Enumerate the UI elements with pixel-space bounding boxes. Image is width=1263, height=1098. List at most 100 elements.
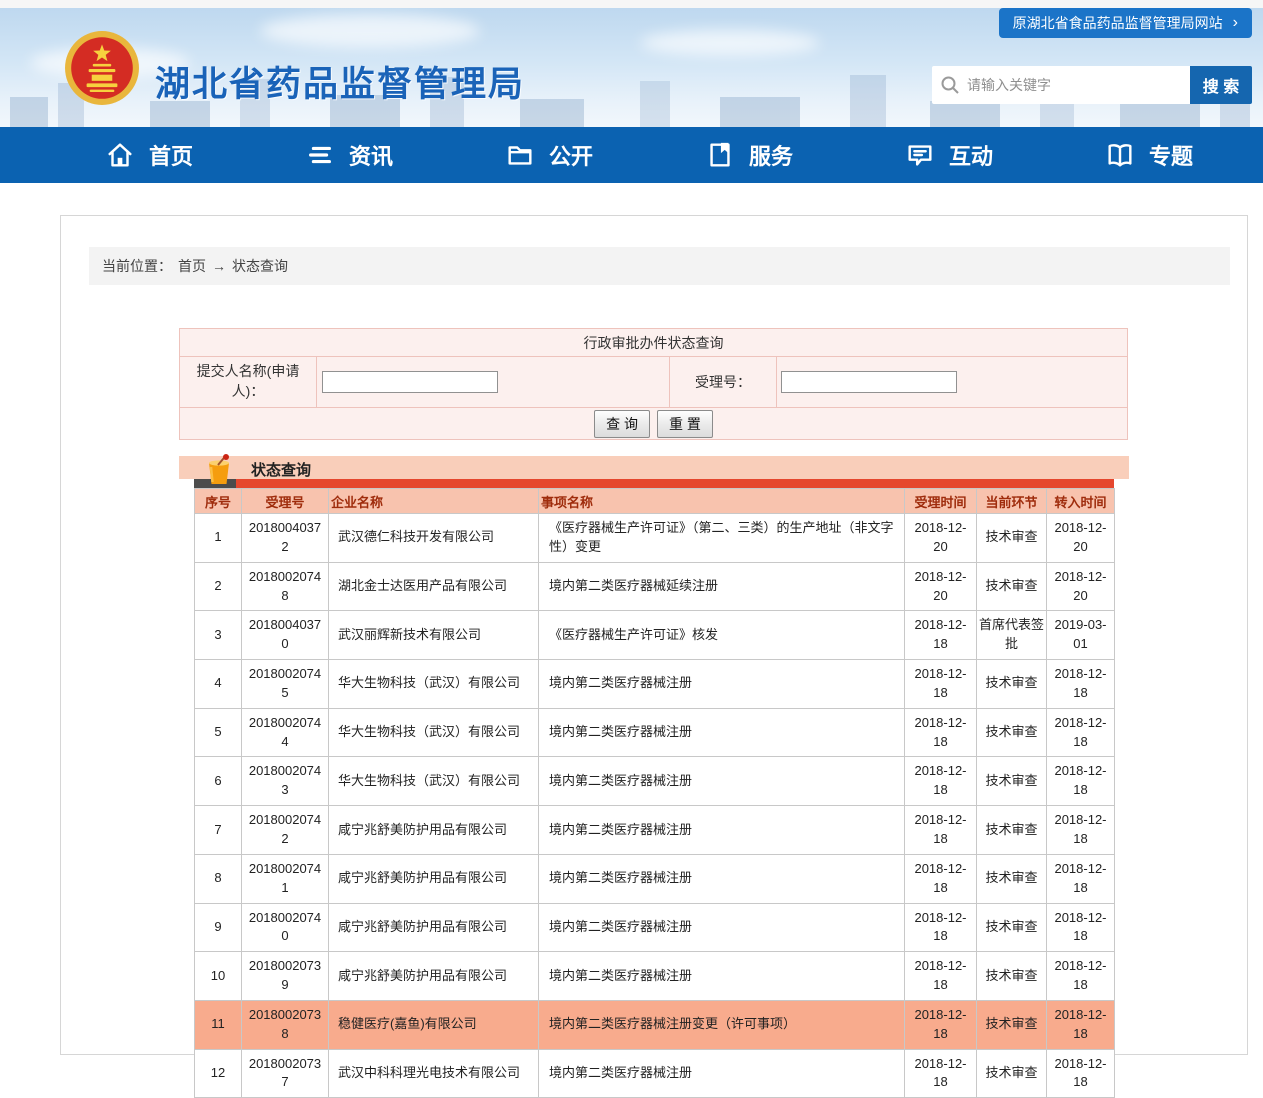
cell-item: 境内第二类医疗器械注册 xyxy=(539,806,905,855)
top-strip xyxy=(0,0,1263,8)
results-header-strip: 状态查询 xyxy=(179,456,1129,479)
cell-index: 10 xyxy=(195,952,242,1001)
nav-item-interact[interactable]: 互动 xyxy=(905,139,1005,171)
cell-index: 2 xyxy=(195,562,242,611)
cell-stage: 技术审查 xyxy=(977,854,1047,903)
cell-company: 武汉中科科理光电技术有限公司 xyxy=(329,1049,539,1098)
col-header-company: 企业名称 xyxy=(329,489,539,514)
nav-item-label: 资讯 xyxy=(349,139,393,171)
cell-transfer-date: 2018-12-18 xyxy=(1047,854,1115,903)
nav-item-news[interactable]: 资讯 xyxy=(305,139,405,171)
col-header-index: 序号 xyxy=(195,489,242,514)
cell-index: 4 xyxy=(195,660,242,709)
cell-accept-date: 2018-12-18 xyxy=(905,854,977,903)
cell-stage: 技术审查 xyxy=(977,708,1047,757)
search-button[interactable]: 搜 索 xyxy=(1190,66,1252,104)
cell-transfer-date: 2018-12-18 xyxy=(1047,708,1115,757)
cell-company: 华大生物科技（武汉）有限公司 xyxy=(329,708,539,757)
cell-index: 11 xyxy=(195,1000,242,1049)
breadcrumb: 当前位置： 首页 → 状态查询 xyxy=(89,247,1230,285)
table-row: 120180040372武汉德仁科技开发有限公司《医疗器械生产许可证》（第二、三… xyxy=(195,514,1115,563)
search-icon xyxy=(940,75,960,95)
accept-no-input[interactable] xyxy=(781,371,957,393)
cloud-decor xyxy=(640,30,820,56)
cell-stage: 技术审查 xyxy=(977,757,1047,806)
cell-item: 境内第二类医疗器械注册 xyxy=(539,757,905,806)
table-row: 920180020740咸宁兆舒美防护用品有限公司境内第二类医疗器械注册2018… xyxy=(195,903,1115,952)
cell-stage: 技术审查 xyxy=(977,952,1047,1001)
cell-index: 8 xyxy=(195,854,242,903)
cell-accept-no: 20180020745 xyxy=(242,660,329,709)
breadcrumb-home-link[interactable]: 首页 xyxy=(178,256,206,276)
old-site-link-label: 原湖北省食品药品监督管理局网站 xyxy=(1013,13,1223,33)
breadcrumb-current: 状态查询 xyxy=(232,256,288,276)
folder-icon xyxy=(505,140,535,170)
cell-company: 稳健医疗(嘉鱼)有限公司 xyxy=(329,1000,539,1049)
cell-transfer-date: 2018-12-18 xyxy=(1047,660,1115,709)
nav-item-public[interactable]: 公开 xyxy=(505,139,605,171)
national-emblem-icon xyxy=(64,30,140,106)
cell-accept-no: 20180020737 xyxy=(242,1049,329,1098)
form-title: 行政审批办件状态查询 xyxy=(180,329,1127,357)
cell-item: 《医疗器械生产许可证》（第二、三类）的生产地址（非文字性）变更 xyxy=(539,514,905,563)
cell-transfer-date: 2019-03-01 xyxy=(1047,611,1115,660)
cell-accept-date: 2018-12-18 xyxy=(905,952,977,1001)
search-input[interactable] xyxy=(967,77,1182,93)
site-title: 湖北省药品监督管理局 xyxy=(155,56,525,107)
cell-index: 5 xyxy=(195,708,242,757)
accept-no-label: 受理号： xyxy=(670,357,777,407)
cell-accept-date: 2018-12-18 xyxy=(905,1049,977,1098)
cell-accept-date: 2018-12-18 xyxy=(905,806,977,855)
status-query-results: 状态查询 序号 受理号 企业名称 事项名称 受理时间 当前环节 转入时间 120… xyxy=(179,456,1129,1098)
cell-transfer-date: 2018-12-20 xyxy=(1047,562,1115,611)
nav-item-label: 首页 xyxy=(149,139,193,171)
cell-transfer-date: 2018-12-20 xyxy=(1047,514,1115,563)
cell-company: 武汉德仁科技开发有限公司 xyxy=(329,514,539,563)
cell-accept-no: 20180020743 xyxy=(242,757,329,806)
cell-item: 境内第二类医疗器械注册 xyxy=(539,952,905,1001)
news-icon xyxy=(305,140,335,170)
nav-item-home[interactable]: 首页 xyxy=(105,139,205,171)
old-site-link-button[interactable]: 原湖北省食品药品监督管理局网站 › xyxy=(999,8,1252,38)
nav-item-topics[interactable]: 专题 xyxy=(1105,139,1205,171)
nav-item-service[interactable]: 服务 xyxy=(705,139,805,171)
breadcrumb-label: 当前位置： xyxy=(102,256,172,276)
cell-index: 1 xyxy=(195,514,242,563)
chevron-right-icon: › xyxy=(1233,15,1238,31)
cell-accept-date: 2018-12-18 xyxy=(905,708,977,757)
table-row: 820180020741咸宁兆舒美防护用品有限公司境内第二类医疗器械注册2018… xyxy=(195,854,1115,903)
col-header-accept-no: 受理号 xyxy=(242,489,329,514)
search-bar: 搜 索 xyxy=(932,66,1252,104)
bookmark-file-icon xyxy=(705,140,735,170)
cell-accept-no: 20180020738 xyxy=(242,1000,329,1049)
applicant-input[interactable] xyxy=(322,371,498,393)
results-table: 序号 受理号 企业名称 事项名称 受理时间 当前环节 转入时间 12018004… xyxy=(194,488,1115,1098)
query-button[interactable]: 查 询 xyxy=(594,410,650,438)
status-query-form: 行政审批办件状态查询 提交人名称(申请人)： 受理号： 查 询 重 置 xyxy=(179,328,1128,440)
col-header-transfer-date: 转入时间 xyxy=(1047,489,1115,514)
cell-stage: 技术审查 xyxy=(977,562,1047,611)
cell-item: 《医疗器械生产许可证》核发 xyxy=(539,611,905,660)
cell-accept-no: 20180040370 xyxy=(242,611,329,660)
applicant-label: 提交人名称(申请人)： xyxy=(180,357,317,407)
cell-stage: 技术审查 xyxy=(977,514,1047,563)
cell-index: 12 xyxy=(195,1049,242,1098)
cell-company: 咸宁兆舒美防护用品有限公司 xyxy=(329,952,539,1001)
accept-no-field-cell xyxy=(777,357,1127,407)
col-header-item: 事项名称 xyxy=(539,489,905,514)
cell-index: 9 xyxy=(195,903,242,952)
chat-bubble-icon xyxy=(905,140,935,170)
cell-transfer-date: 2018-12-18 xyxy=(1047,952,1115,1001)
table-row: 620180020743华大生物科技（武汉）有限公司境内第二类医疗器械注册201… xyxy=(195,757,1115,806)
table-row: 720180020742咸宁兆舒美防护用品有限公司境内第二类医疗器械注册2018… xyxy=(195,806,1115,855)
cell-index: 6 xyxy=(195,757,242,806)
home-icon xyxy=(105,140,135,170)
cell-accept-date: 2018-12-18 xyxy=(905,903,977,952)
table-row: 1220180020737武汉中科科理光电技术有限公司境内第二类医疗器械注册20… xyxy=(195,1049,1115,1098)
table-row: 1020180020739咸宁兆舒美防护用品有限公司境内第二类医疗器械注册201… xyxy=(195,952,1115,1001)
reset-button[interactable]: 重 置 xyxy=(657,410,713,438)
open-book-icon xyxy=(1105,140,1135,170)
table-row: 320180040370武汉丽辉新技术有限公司《医疗器械生产许可证》核发2018… xyxy=(195,611,1115,660)
cell-item: 境内第二类医疗器械注册 xyxy=(539,854,905,903)
cell-stage: 技术审查 xyxy=(977,903,1047,952)
